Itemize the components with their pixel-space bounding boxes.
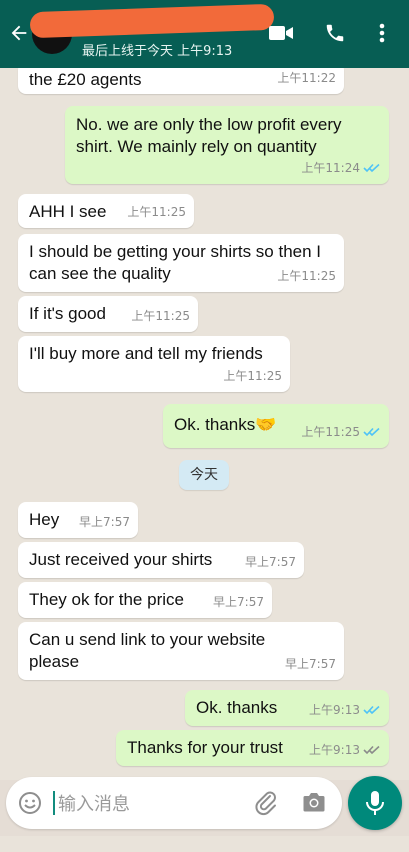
chat-messages-area[interactable]: the £20 agents 上午11:22 No. we are only t… bbox=[0, 68, 409, 780]
back-arrow-icon[interactable] bbox=[8, 22, 30, 44]
contact-name-redacted[interactable] bbox=[29, 3, 275, 39]
message-outgoing[interactable]: Ok. thanks 上午9:13 bbox=[185, 690, 389, 726]
message-time: 上午11:25 bbox=[301, 425, 360, 439]
message-incoming[interactable]: Just received your shirts 早上7:57 bbox=[18, 542, 304, 578]
more-vert-icon[interactable] bbox=[376, 22, 388, 44]
message-time: 早上7:57 bbox=[285, 657, 336, 671]
message-input-placeholder[interactable]: 输入消息 bbox=[58, 790, 130, 816]
message-meta: 上午11:25 bbox=[301, 421, 381, 443]
message-outgoing[interactable]: Ok. thanks🤝 上午11:25 bbox=[163, 404, 389, 448]
message-time: 早上7:57 bbox=[79, 515, 130, 529]
message-time: 上午9:13 bbox=[309, 743, 360, 757]
message-time: 上午11:25 bbox=[131, 309, 190, 323]
delivered-receipt-icon bbox=[363, 745, 380, 755]
message-incoming[interactable]: If it's good 上午11:25 bbox=[18, 296, 198, 332]
read-receipt-icon bbox=[363, 427, 380, 437]
message-incoming[interactable]: They ok for the price 早上7:57 bbox=[18, 582, 272, 618]
camera-icon[interactable] bbox=[302, 791, 326, 813]
bottom-background bbox=[0, 836, 409, 852]
message-time: 上午11:22 bbox=[277, 71, 336, 85]
read-receipt-icon bbox=[363, 705, 380, 715]
message-outgoing[interactable]: Thanks for your trust 上午9:13 bbox=[116, 730, 389, 766]
message-incoming[interactable]: Can u send link to your website please 早… bbox=[18, 622, 344, 680]
text-cursor bbox=[53, 791, 55, 815]
message-time: 早上7:57 bbox=[245, 555, 296, 569]
message-text: I'll buy more and tell my friends bbox=[29, 344, 263, 363]
chat-header: 最后上线于今天 上午9:13 bbox=[0, 0, 409, 68]
message-incoming[interactable]: the £20 agents 上午11:22 bbox=[18, 68, 344, 94]
message-incoming[interactable]: Hey 早上7:57 bbox=[18, 502, 138, 538]
message-time: 上午11:25 bbox=[127, 205, 186, 219]
message-time: 上午11:25 bbox=[277, 269, 336, 283]
message-incoming[interactable]: AHH I see 上午11:25 bbox=[18, 194, 194, 228]
message-meta: 上午9:13 bbox=[309, 739, 381, 761]
message-outgoing[interactable]: No. we are only the low profit every shi… bbox=[65, 106, 389, 184]
phone-icon[interactable] bbox=[324, 22, 346, 44]
message-text: Can u send link to your website please bbox=[29, 630, 266, 671]
message-input-bar[interactable]: 输入消息 bbox=[6, 777, 342, 829]
message-time: 早上7:57 bbox=[213, 595, 264, 609]
last-seen-status: 最后上线于今天 上午9:13 bbox=[82, 44, 233, 59]
message-time: 上午11:24 bbox=[301, 161, 360, 175]
emoji-icon[interactable] bbox=[18, 791, 42, 815]
mic-icon bbox=[366, 791, 384, 815]
message-text: No. we are only the low profit every shi… bbox=[76, 115, 342, 156]
message-meta: 上午11:24 bbox=[301, 157, 381, 179]
message-incoming[interactable]: I should be getting your shirts so then … bbox=[18, 234, 344, 292]
video-call-icon[interactable] bbox=[268, 22, 294, 44]
message-incoming[interactable]: I'll buy more and tell my friends 上午11:2… bbox=[18, 336, 290, 392]
message-time: 上午9:13 bbox=[309, 703, 360, 717]
attach-icon[interactable] bbox=[254, 790, 278, 816]
day-divider-chip: 今天 bbox=[179, 460, 229, 490]
read-receipt-icon bbox=[363, 163, 380, 173]
message-time: 上午11:25 bbox=[223, 369, 282, 383]
message-meta: 上午9:13 bbox=[309, 699, 381, 721]
voice-message-button[interactable] bbox=[348, 776, 402, 830]
